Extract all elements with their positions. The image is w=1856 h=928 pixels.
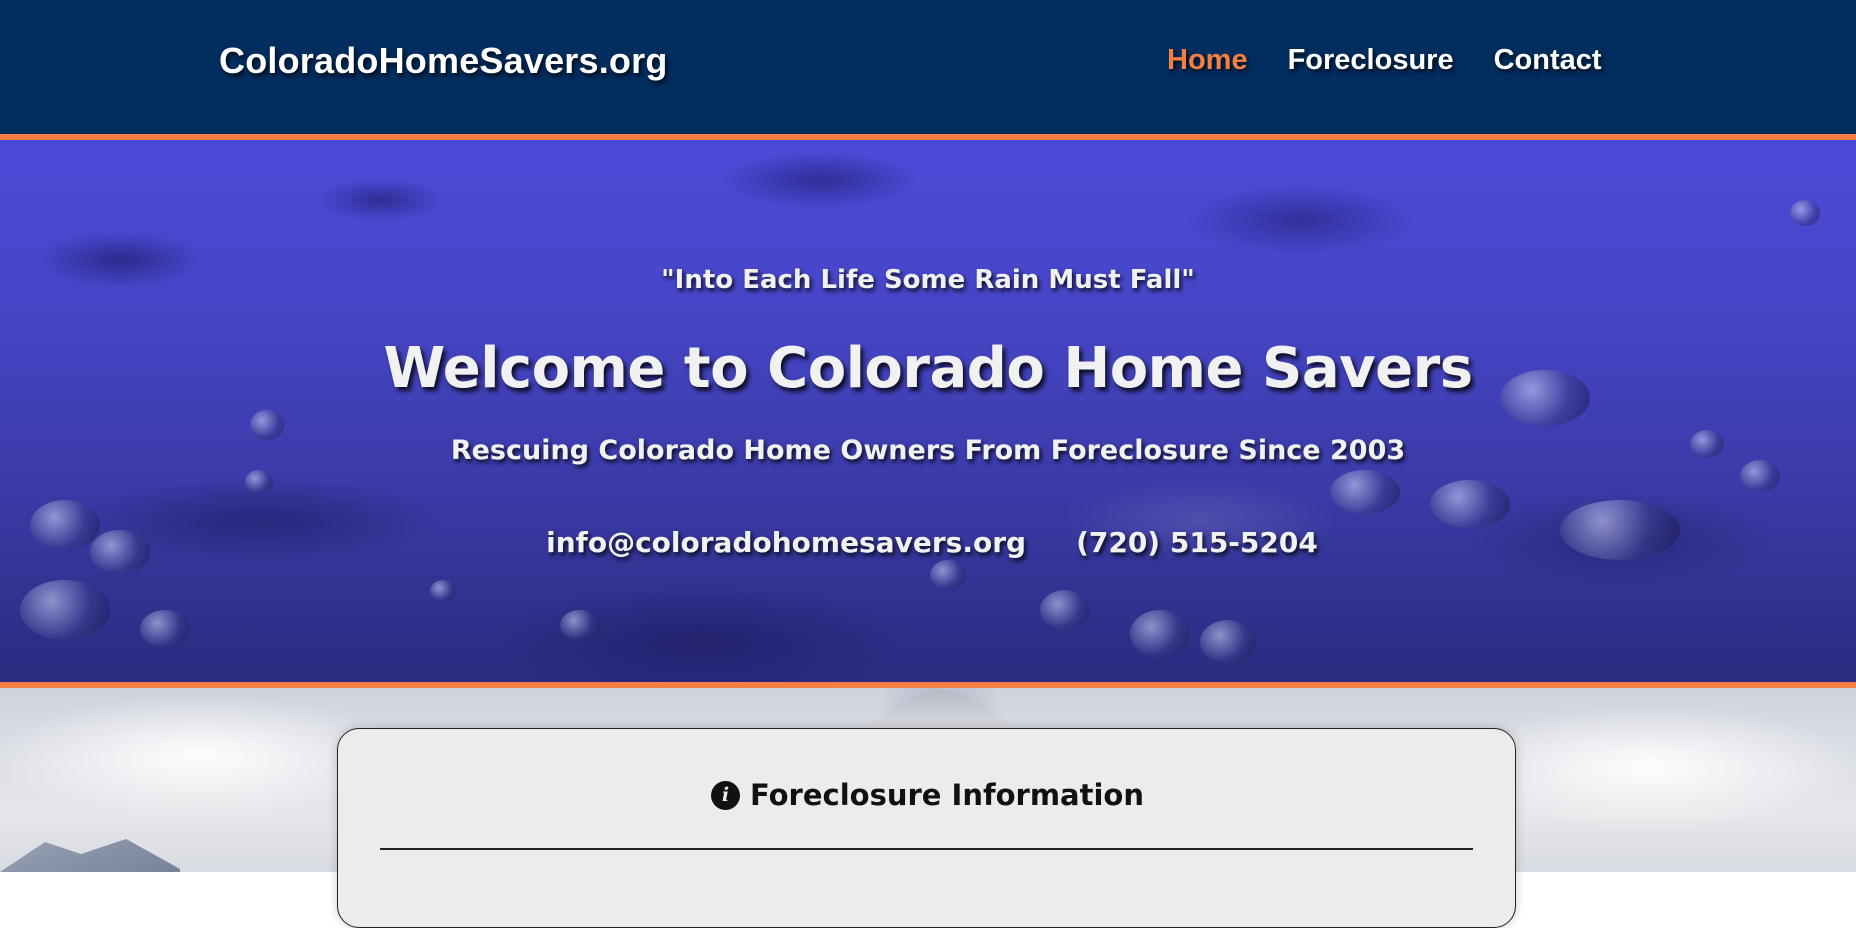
card-title: Foreclosure Information xyxy=(750,778,1144,812)
mountain-peak-decoration xyxy=(860,688,1020,728)
info-circle-icon: i xyxy=(711,780,740,810)
hero-section: "Into Each Life Some Rain Must Fall" Wel… xyxy=(0,140,1856,682)
foreclosure-info-card: i Foreclosure Information xyxy=(337,728,1516,928)
card-divider xyxy=(380,848,1473,850)
nav-link-foreclosure[interactable]: Foreclosure xyxy=(1288,44,1454,77)
phone-link[interactable]: (720) 515-5204 xyxy=(1076,526,1318,559)
nav-link-contact[interactable]: Contact xyxy=(1494,44,1602,77)
hero-title: Welcome to Colorado Home Savers xyxy=(383,336,1473,401)
navbar: ColoradoHomeSavers.org Home Foreclosure … xyxy=(0,0,1856,134)
hero-tagline: "Into Each Life Some Rain Must Fall" xyxy=(661,265,1195,295)
hero-contact: info@coloradohomesavers.org (720) 515-52… xyxy=(0,526,1856,559)
email-link[interactable]: info@coloradohomesavers.org xyxy=(546,526,1026,559)
card-heading: i Foreclosure Information xyxy=(338,778,1515,812)
main-nav: Home Foreclosure Contact xyxy=(1167,44,1602,77)
hero-subtitle: Rescuing Colorado Home Owners From Forec… xyxy=(450,435,1406,466)
mountain-range-decoration xyxy=(0,839,180,872)
hero-content: "Into Each Life Some Rain Must Fall" Wel… xyxy=(0,140,1856,682)
brand-link[interactable]: ColoradoHomeSavers.org xyxy=(219,40,668,82)
nav-link-home[interactable]: Home xyxy=(1167,44,1248,77)
